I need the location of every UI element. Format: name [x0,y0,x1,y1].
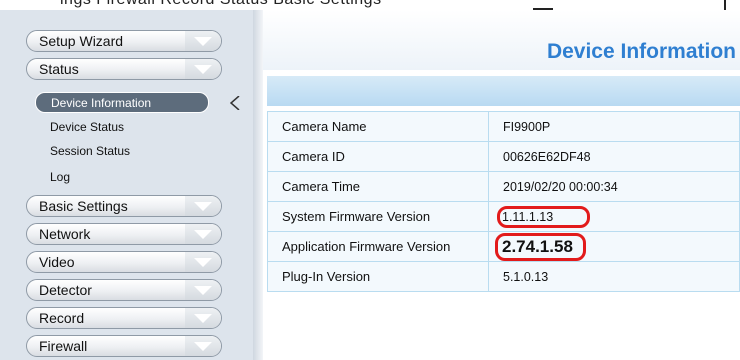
sidebar-item-label: Status [39,61,79,77]
row-value: 2019/02/20 00:00:34 [488,171,740,202]
main-panel: Device Information Camera Name FI9900P C… [263,10,740,360]
row-label: System Firmware Version [267,201,489,232]
sidebar-item-label: Detector [39,282,92,298]
top-partial-text: ings Firewall Record Status Basic Settin… [60,0,382,9]
table-row: Camera ID 00626E62DF48 [267,141,740,172]
title-band: Device Information [263,10,740,70]
sidebar-item-label: Setup Wizard [39,33,124,49]
top-partial-divider [724,0,726,10]
row-value-cell: 2.74.1.58 [488,231,740,262]
sidebar-item-record[interactable]: Record [26,307,222,329]
sidebar-item-status[interactable]: Status [26,58,222,80]
sidebar-item-label: Basic Settings [39,198,128,214]
sidebar-item-detector[interactable]: Detector [26,279,222,301]
row-value: 5.1.0.13 [488,261,740,292]
top-partial-bar: ings Firewall Record Status Basic Settin… [0,0,740,10]
sidebar-item-firewall[interactable]: Firewall [26,335,222,357]
row-value: 00626E62DF48 [488,141,740,172]
chevron-down-icon [185,59,221,79]
sidebar-item-network[interactable]: Network [26,223,222,245]
sidebar-item-label: Network [39,226,91,242]
sidebar-subitem-log[interactable]: Log [50,170,70,184]
chevron-down-icon [185,252,221,272]
chevron-down-icon [185,336,221,356]
highlight-box: 1.11.1.13 [497,205,591,228]
active-pointer-icon [230,96,240,110]
row-value-cell: 1.11.1.13 [488,201,740,232]
chevron-down-icon [185,308,221,328]
sidebar-shadow [253,10,263,360]
sidebar-subitem-device-status[interactable]: Device Status [50,120,124,134]
row-label: Application Firmware Version [267,231,489,262]
row-value: FI9900P [488,111,740,142]
chevron-down-icon [185,31,221,51]
chevron-down-icon [185,280,221,300]
table-row: Application Firmware Version 2.74.1.58 [267,231,740,262]
sidebar-item-video[interactable]: Video [26,251,222,273]
sidebar-subitem-device-information[interactable]: Device Information [35,92,209,113]
highlight-box: 2.74.1.58 [495,232,586,261]
row-label: Camera Name [267,111,489,142]
device-info-table: Camera Name FI9900P Camera ID 00626E62DF… [267,111,740,292]
page-title: Device Information [546,40,736,63]
sidebar-item-label: Firewall [39,338,88,354]
table-row: Camera Time 2019/02/20 00:00:34 [267,171,740,202]
sidebar-item-label: Video [39,254,75,270]
row-value: 1.11.1.13 [502,209,554,224]
sidebar-subitem-label: Device Information [51,96,152,110]
chevron-down-icon [185,224,221,244]
table-row: Plug-In Version 5.1.0.13 [267,261,740,292]
sidebar-item-setup-wizard[interactable]: Setup Wizard [26,30,222,52]
row-label: Camera ID [267,141,489,172]
sidebar: Setup Wizard Status Device Information D… [0,10,253,360]
row-label: Camera Time [267,171,489,202]
sidebar-subitem-session-status[interactable]: Session Status [50,144,130,158]
row-label: Plug-In Version [267,261,489,292]
section-header-bar [267,76,740,106]
row-value: 2.74.1.58 [502,236,573,256]
table-row: System Firmware Version 1.11.1.13 [267,201,740,232]
sidebar-item-basic-settings[interactable]: Basic Settings [26,195,222,217]
sidebar-item-label: Record [39,310,85,326]
chevron-down-icon [185,196,221,216]
table-row: Camera Name FI9900P [267,111,740,142]
